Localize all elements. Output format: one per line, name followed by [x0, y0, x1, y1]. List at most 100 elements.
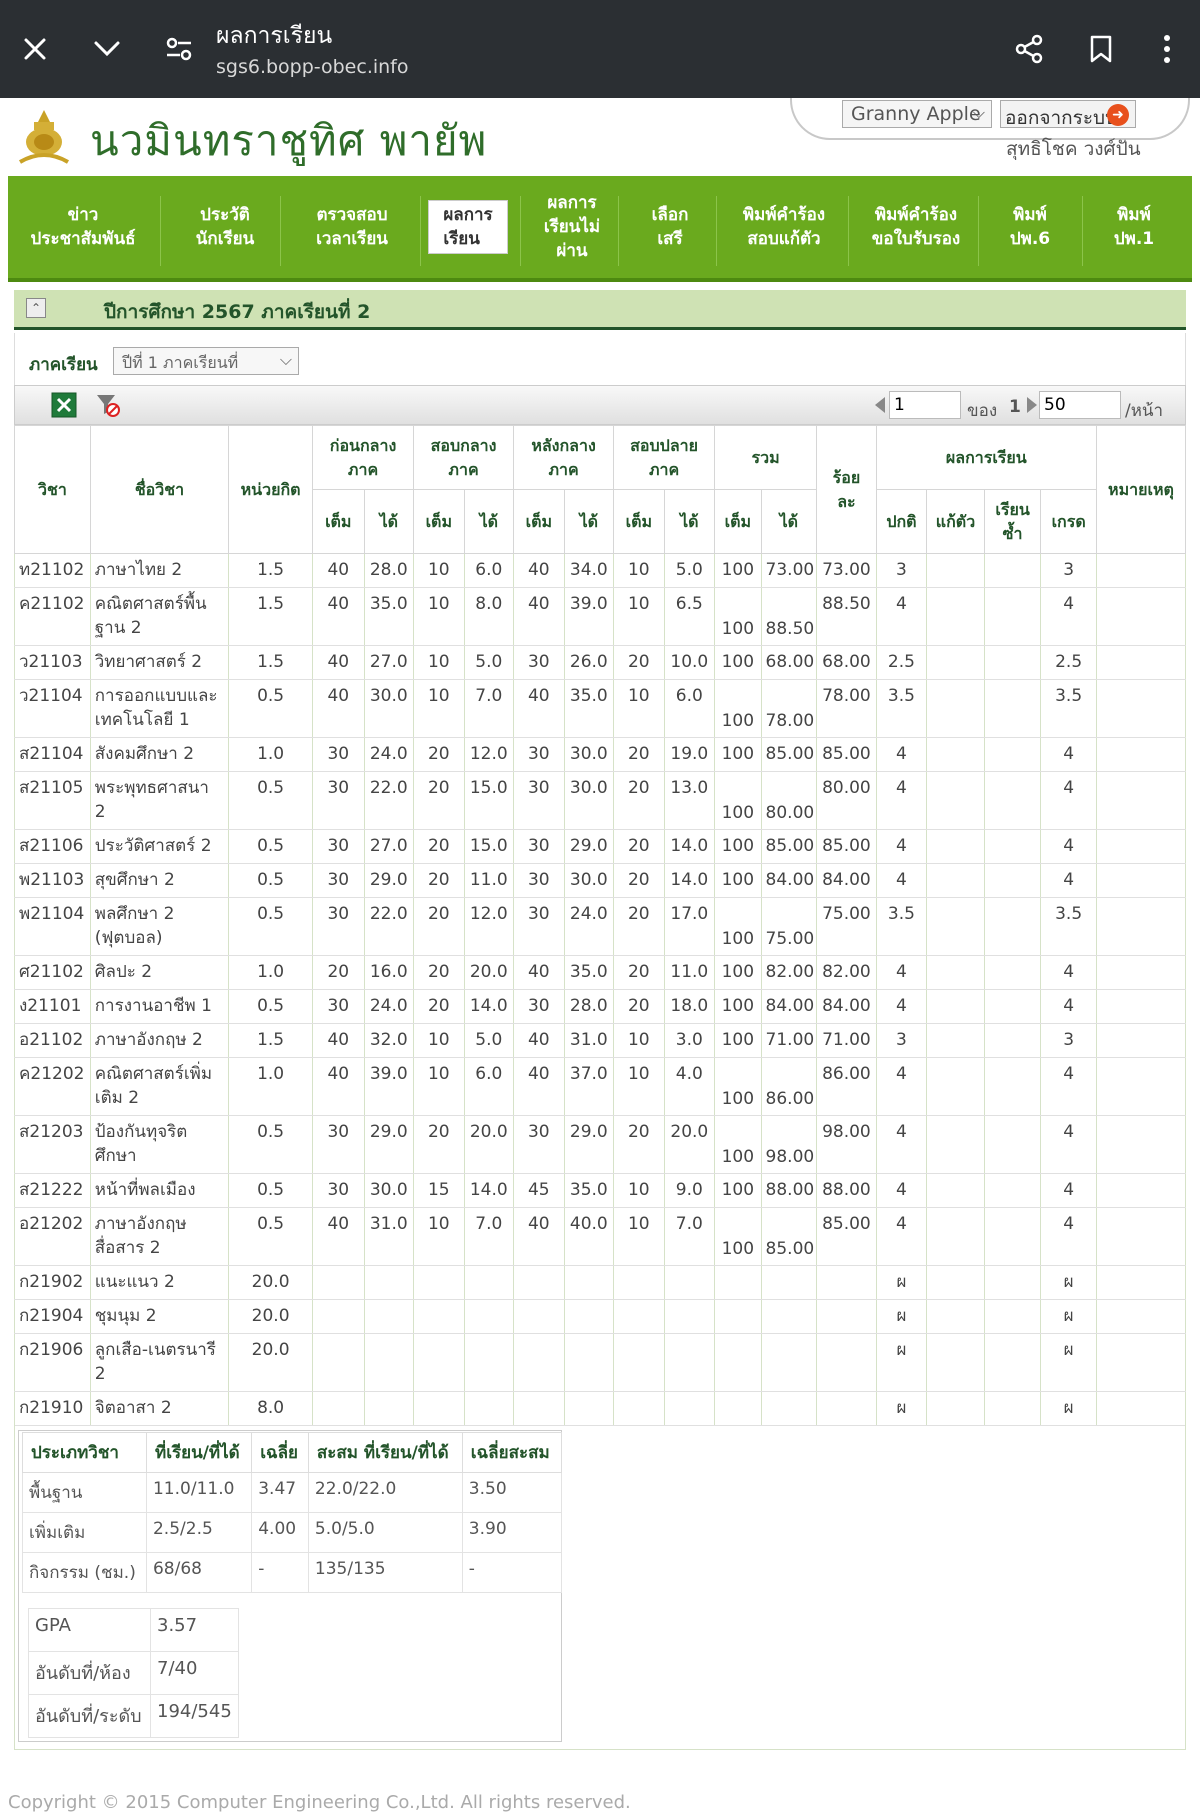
cell-retest [926, 1023, 985, 1058]
cell-grade: 4 [1040, 1173, 1097, 1208]
cell-grade: 4 [1040, 1207, 1097, 1266]
summary-row: เพิ่มเติม 2.5/2.5 4.00 5.0/5.0 3.90 [22, 1512, 563, 1553]
cell-score [312, 1299, 365, 1334]
nav-item-failed-grades[interactable]: ผลการ เรียนไม่ ผ่าน [522, 176, 622, 278]
cell-name: คณิตศาสตร์พื้นฐาน 2 [89, 587, 230, 646]
cell-score: 30 [312, 897, 365, 956]
theme-select[interactable]: Granny Apple ⌵ [842, 100, 992, 128]
cell-score: 14.0 [663, 829, 716, 864]
cell-score: 98.00 [760, 1115, 818, 1174]
cell-percent: 85.00 [816, 829, 877, 864]
cell-score: 30.0 [363, 679, 415, 738]
cell-normal: 3 [875, 553, 928, 588]
cell-score: 88.00 [760, 1173, 818, 1208]
cell-repeat [983, 679, 1042, 738]
cell-remark [1095, 1115, 1187, 1174]
cell-name: หน้าที่พลเมือง [89, 1173, 230, 1208]
cell-score: 20 [613, 955, 665, 990]
summary-cell: 11.0/11.0 [145, 1472, 253, 1513]
cell-grade: 4 [1040, 1057, 1097, 1116]
cell-remark [1095, 587, 1187, 646]
bookmark-icon[interactable] [1074, 22, 1128, 76]
close-icon[interactable] [8, 22, 62, 76]
nav-item-attendance[interactable]: ตรวจสอบ เวลาเรียน [282, 176, 422, 278]
nav-item-news[interactable]: ข่าว ประชาสัมพันธ์ [8, 176, 158, 278]
cell-score: 29.0 [563, 1115, 615, 1174]
nav-item-electives[interactable]: เลือก เสรี [620, 176, 720, 278]
table-row: พ21104 พลศึกษา 2 (ฟุตบอล) 0.5 30 22.0 20 12.0 3… [14, 897, 1187, 956]
section-header: ⌃ ปีการศึกษา 2567 ภาคเรียนที่ 2 [14, 290, 1186, 330]
next-page-icon[interactable] [1027, 397, 1037, 413]
cell-score: 8.0 [463, 587, 515, 646]
cell-code: อ21102 [14, 1023, 91, 1058]
theme-select-value: Granny Apple [851, 103, 981, 125]
term-select[interactable]: ปีที่ 1 ภาคเรียนที่ ⌵ [113, 347, 299, 375]
page-settings-icon[interactable] [152, 22, 206, 76]
cell-grade: 4 [1040, 1115, 1097, 1174]
nav-item-label: ตรวจสอบ เวลาเรียน [316, 205, 388, 249]
col-subheader-got: ได้ [760, 489, 818, 554]
table-row: อ21202 ภาษาอังกฤษสื่อสาร 2 0.5 40 31.0 10 7.0 4… [14, 1207, 1187, 1266]
summary-cell: 2.5/2.5 [145, 1512, 253, 1553]
table-row: ก21906 ลูกเสือ-เนตรนารี 2 20.0 ผ ผ [14, 1333, 1187, 1392]
cell-score: 85.00 [760, 829, 818, 864]
cell-normal: ผ [875, 1265, 928, 1300]
summary-cell: 22.0/22.0 [307, 1472, 463, 1513]
cell-score: 20.0 [463, 955, 515, 990]
cell-score: 78.00 [760, 679, 818, 738]
cell-normal: 2.5 [875, 645, 928, 680]
cell-repeat [983, 1391, 1042, 1426]
nav-item-print-retest-request[interactable]: พิมพ์คำร้อง สอบแก้ตัว [718, 176, 850, 278]
cell-score [513, 1333, 565, 1392]
cell-remark [1095, 1299, 1187, 1334]
more-vert-icon[interactable] [1140, 22, 1194, 76]
collapse-icon[interactable]: ⌃ [26, 298, 46, 318]
cell-score: 39.0 [563, 587, 615, 646]
cell-score: 85.00 [760, 737, 818, 772]
cell-score [563, 1333, 615, 1392]
site-header: นวมินทราชูทิศ พายัพ Granny Apple ⌵ ออกจา… [0, 98, 1200, 176]
grades-table: วิชา ชื่อวิชา หน่วยกิต ก่อนกลาง ภาค สอบก… [14, 425, 1187, 1426]
col-header-remark: หมายเหตุ [1095, 425, 1187, 554]
cell-score: 10 [613, 1023, 665, 1058]
cell-score: 40 [312, 1057, 365, 1116]
share-icon[interactable] [1002, 22, 1056, 76]
cell-remark [1095, 863, 1187, 898]
summary-row: กิจกรรม (ชม.) 68/68-135/135- [22, 1552, 563, 1593]
cell-normal: 4 [875, 1173, 928, 1208]
per-page-input[interactable] [1039, 391, 1121, 419]
nav-item-student-profile[interactable]: ประวัติ นักเรียน [162, 176, 288, 278]
cell-score: 30 [312, 1173, 365, 1208]
cell-score: 30 [513, 1115, 565, 1174]
cell-score: 6.0 [463, 553, 515, 588]
cell-score: 20 [413, 955, 465, 990]
cell-score [463, 1333, 515, 1392]
cell-score: 28.0 [363, 553, 415, 588]
logout-button[interactable]: ออกจากระบบ ➜ [1000, 100, 1136, 129]
prev-page-icon[interactable] [875, 397, 885, 413]
cell-score: 10 [613, 679, 665, 738]
nav-item-grades[interactable]: ผลการ เรียน [416, 176, 520, 278]
cell-name: ประวัติศาสตร์ 2 [89, 829, 230, 864]
excel-export-icon[interactable] [51, 392, 77, 418]
chevron-down-icon[interactable] [80, 22, 134, 76]
browser-url[interactable]: sgs6.bopp-obec.info [216, 56, 409, 78]
cell-score: 15.0 [463, 771, 515, 830]
cell-name: ศิลปะ 2 [89, 955, 230, 990]
cell-score: 10 [613, 1057, 665, 1116]
nav-item-print-por6[interactable]: พิมพ์ ปพ.6 [980, 176, 1080, 278]
cell-score: 100 [714, 829, 762, 864]
nav-item-print-por1[interactable]: พิมพ์ ปพ.1 [1084, 176, 1184, 278]
clear-filter-icon[interactable] [95, 392, 121, 418]
cell-score: 40 [513, 1023, 565, 1058]
gpa-label: GPA [28, 1608, 151, 1652]
cell-retest [926, 829, 985, 864]
cell-score: 5.0 [663, 553, 716, 588]
nav-item-print-certificate-request[interactable]: พิมพ์คำร้อง ขอใบรับรอง [850, 176, 982, 278]
page-input[interactable] [889, 391, 961, 419]
cell-retest [926, 587, 985, 646]
cell-code: ก21906 [14, 1333, 91, 1392]
summary-cell: 3.90 [461, 1512, 563, 1553]
summary-row: พื้นฐาน 11.0/11.0 3.47 22.0/22.0 3.50 [22, 1472, 563, 1513]
summary-table: ประเภทวิชา ที่เรียน/ที่ได้ เฉลี่ย สะสม ที่เ… [22, 1432, 563, 1593]
